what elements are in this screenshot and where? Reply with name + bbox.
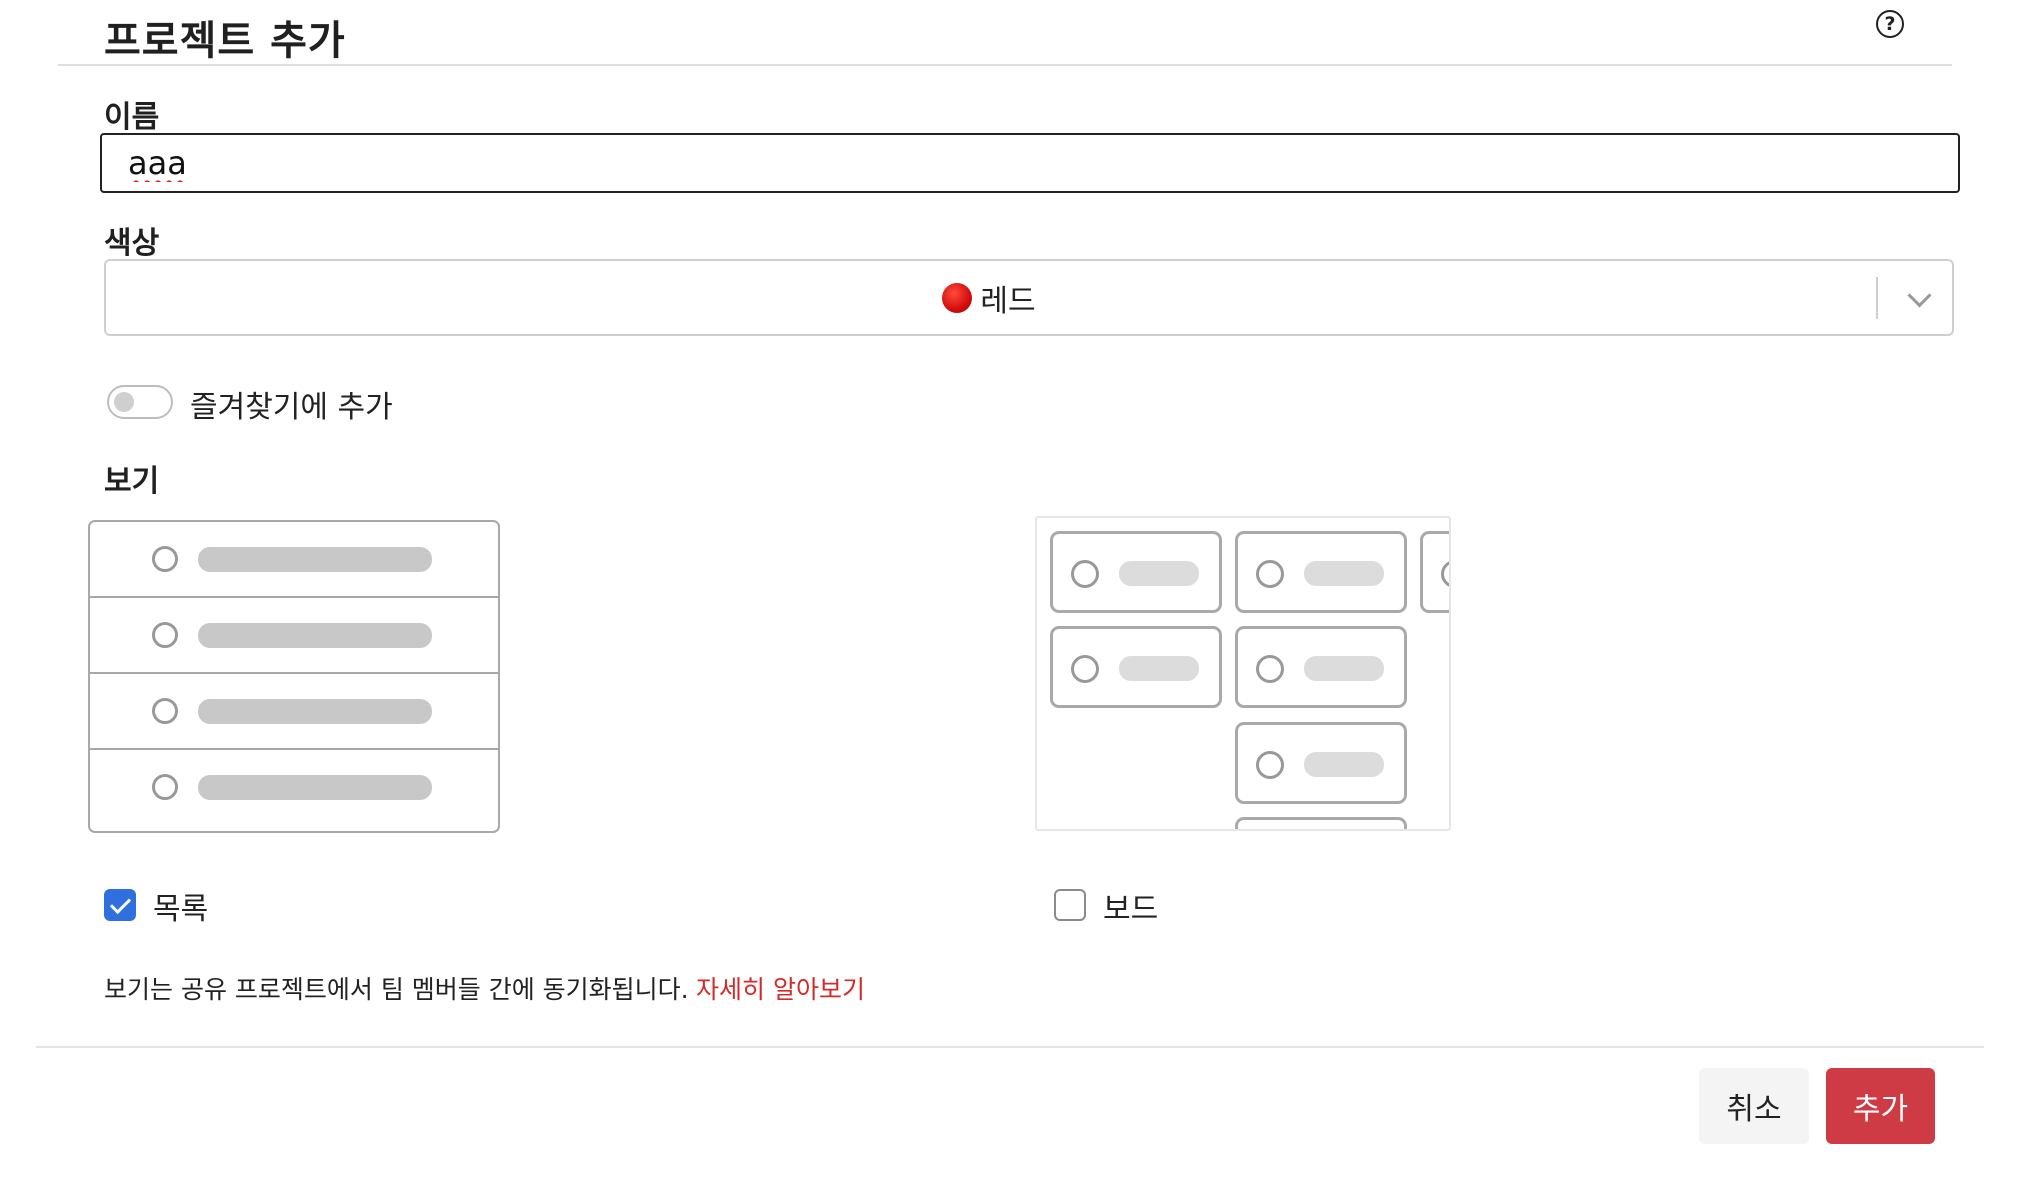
color-selected-value: 레드	[106, 261, 1872, 334]
name-input[interactable]	[100, 133, 1960, 193]
board-layout-preview[interactable]	[1035, 516, 1451, 831]
board-preview-card	[1420, 531, 1449, 613]
circle-icon	[1256, 560, 1284, 588]
color-selected-label: 레드	[980, 283, 1036, 319]
circle-icon	[152, 546, 178, 572]
circle-icon	[152, 622, 178, 648]
select-separator	[1876, 277, 1878, 319]
board-view-checkbox[interactable]	[1054, 889, 1086, 921]
name-label: 이름	[104, 100, 160, 135]
list-preview-row	[90, 522, 498, 598]
board-preview-card	[1050, 531, 1222, 613]
add-button[interactable]: 추가	[1826, 1068, 1935, 1144]
board-preview-card	[1050, 626, 1222, 708]
placeholder-bar	[1119, 561, 1199, 586]
placeholder-bar	[1304, 752, 1384, 777]
learn-more-link[interactable]: 자세히 알아보기	[696, 970, 865, 1006]
circle-icon	[152, 774, 178, 800]
circle-icon	[152, 698, 178, 724]
list-preview-row	[90, 750, 498, 826]
circle-icon	[1071, 560, 1099, 588]
footer-divider	[36, 1046, 1984, 1048]
placeholder-bar	[198, 547, 432, 572]
view-label: 보기	[104, 464, 160, 499]
favorite-toggle[interactable]	[107, 385, 173, 419]
board-preview-card	[1235, 817, 1407, 829]
color-label: 색상	[104, 226, 160, 261]
header-divider	[58, 64, 1952, 66]
toggle-knob	[114, 392, 134, 412]
red-dot-icon	[942, 282, 973, 313]
favorite-toggle-label: 즐겨찾기에 추가	[190, 390, 393, 425]
list-layout-preview[interactable]	[88, 520, 500, 833]
board-preview-card	[1235, 626, 1407, 708]
color-select[interactable]: 레드	[104, 259, 1954, 336]
help-icon[interactable]: ?	[1876, 10, 1904, 38]
circle-icon	[1256, 655, 1284, 683]
list-view-checkbox[interactable]	[104, 889, 136, 921]
board-view-label[interactable]: 보드	[1103, 884, 1158, 928]
placeholder-bar	[198, 775, 432, 800]
list-preview-row	[90, 674, 498, 750]
placeholder-bar	[1304, 656, 1384, 681]
placeholder-bar	[1119, 656, 1199, 681]
cancel-button[interactable]: 취소	[1699, 1068, 1809, 1144]
dialog-title: 프로젝트 추가	[104, 18, 346, 64]
list-preview-row	[90, 598, 498, 674]
placeholder-bar	[1304, 561, 1384, 586]
chevron-down-icon[interactable]	[1907, 283, 1932, 308]
placeholder-bar	[198, 623, 432, 648]
circle-icon	[1256, 751, 1284, 779]
list-view-label[interactable]: 목록	[153, 884, 208, 928]
circle-icon	[1071, 655, 1099, 683]
board-preview-card	[1235, 722, 1407, 804]
circle-icon	[1441, 560, 1449, 588]
board-preview-card	[1235, 531, 1407, 613]
placeholder-bar	[198, 699, 432, 724]
view-sync-note: 보기는 공유 프로젝트에서 팀 멤버들 간에 동기화됩니다.	[104, 975, 689, 1004]
